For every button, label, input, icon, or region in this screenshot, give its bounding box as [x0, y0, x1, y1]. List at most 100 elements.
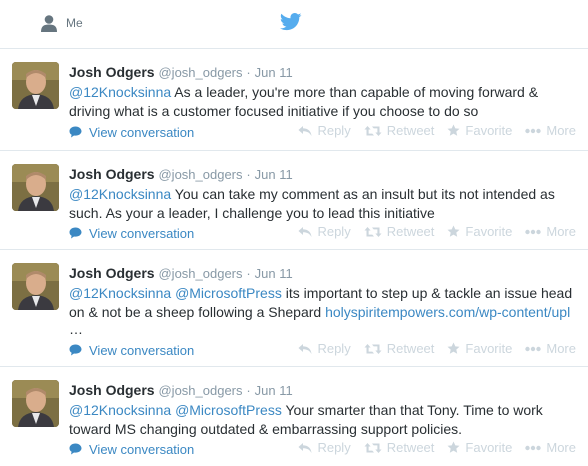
retweet-button[interactable]: Retweet: [364, 440, 435, 455]
star-icon: [447, 124, 460, 136]
speech-bubble-icon: [69, 227, 82, 239]
reply-label: Reply: [317, 440, 351, 455]
avatar[interactable]: [12, 164, 59, 211]
avatar[interactable]: [12, 62, 59, 109]
retweet-button[interactable]: Retweet: [364, 341, 435, 356]
more-button[interactable]: More: [525, 440, 576, 455]
favorite-label: Favorite: [465, 224, 513, 239]
author-name[interactable]: Josh Odgers: [69, 64, 155, 80]
more-label: More: [546, 440, 576, 455]
tweet-actions: Reply Retweet Favorite More: [285, 440, 576, 455]
me-label: Me: [66, 16, 83, 30]
more-dots-icon: [525, 128, 542, 133]
retweet-icon: [364, 442, 382, 453]
mention-link[interactable]: @12Knocksinna: [69, 84, 171, 100]
retweet-label: Retweet: [386, 341, 435, 356]
favorite-button[interactable]: Favorite: [447, 224, 512, 239]
view-conversation-link[interactable]: View conversation: [69, 343, 194, 358]
author-name[interactable]: Josh Odgers: [69, 382, 155, 398]
tweet-actions: Reply Retweet Favorite More: [285, 341, 576, 356]
author-name[interactable]: Josh Odgers: [69, 166, 155, 182]
reply-icon: [298, 442, 312, 453]
tweet-timestamp[interactable]: Jun 11: [255, 167, 293, 182]
reply-label: Reply: [317, 123, 351, 138]
tweet-text: @12Knocksinna As a leader, you're more t…: [69, 83, 580, 121]
retweet-icon: [364, 226, 382, 237]
view-conversation-label: View conversation: [89, 342, 195, 358]
view-conversation-label: View conversation: [89, 441, 195, 457]
tweet[interactable]: Josh Odgers @josh_odgers · Jun 11 @12Kno…: [0, 49, 588, 151]
mention-link[interactable]: @12Knocksinna: [69, 186, 171, 202]
tweet-text: @12Knocksinna @MicrosoftPress Your smart…: [69, 401, 580, 439]
favorite-label: Favorite: [465, 440, 513, 455]
ellipsis: …: [69, 321, 83, 337]
favorite-label: Favorite: [465, 123, 513, 138]
mention-link[interactable]: @MicrosoftPress: [175, 402, 282, 418]
reply-icon: [298, 226, 312, 237]
more-dots-icon: [525, 346, 542, 351]
mention-link[interactable]: @MicrosoftPress: [175, 285, 282, 301]
retweet-button[interactable]: Retweet: [364, 123, 435, 138]
tweet-text: @12Knocksinna @MicrosoftPress its import…: [69, 284, 580, 322]
tweet-timestamp[interactable]: Jun 11: [255, 65, 293, 80]
reply-icon: [298, 343, 312, 354]
top-bar: Me: [0, 0, 588, 46]
star-icon: [447, 441, 460, 453]
more-button[interactable]: More: [525, 123, 576, 138]
more-button[interactable]: More: [525, 341, 576, 356]
tweet-timestamp[interactable]: Jun 11: [255, 383, 293, 398]
tweet-text: @12Knocksinna You can take my comment as…: [69, 185, 580, 223]
reply-button[interactable]: Reply: [298, 224, 351, 239]
favorite-button[interactable]: Favorite: [447, 123, 512, 138]
reply-button[interactable]: Reply: [298, 341, 351, 356]
avatar[interactable]: [12, 380, 59, 427]
tweet[interactable]: Josh Odgers @josh_odgers · Jun 11 @12Kno…: [0, 250, 588, 367]
mention-link[interactable]: @12Knocksinna: [69, 285, 171, 301]
reply-button[interactable]: Reply: [298, 440, 351, 455]
speech-bubble-icon: [69, 443, 82, 455]
retweet-icon: [364, 343, 382, 354]
favorite-button[interactable]: Favorite: [447, 440, 512, 455]
view-conversation-link[interactable]: View conversation: [69, 442, 194, 457]
retweet-label: Retweet: [386, 123, 435, 138]
author-name[interactable]: Josh Odgers: [69, 265, 155, 281]
author-handle[interactable]: @josh_odgers: [158, 65, 242, 80]
mention-link[interactable]: @12Knocksinna: [69, 402, 171, 418]
separator: ·: [246, 65, 251, 80]
favorite-button[interactable]: Favorite: [447, 341, 512, 356]
view-conversation-link[interactable]: View conversation: [69, 226, 194, 241]
favorite-label: Favorite: [465, 341, 513, 356]
reply-icon: [298, 125, 312, 136]
retweet-label: Retweet: [386, 224, 435, 239]
url-link[interactable]: holyspiritempowers.com/wp-content/upl: [325, 304, 570, 320]
reply-label: Reply: [317, 341, 351, 356]
tweet-timestamp[interactable]: Jun 11: [255, 266, 293, 281]
retweet-button[interactable]: Retweet: [364, 224, 435, 239]
person-icon: [41, 15, 57, 32]
view-conversation-label: View conversation: [89, 225, 195, 241]
retweet-icon: [364, 125, 382, 136]
more-label: More: [546, 341, 576, 356]
me-tab[interactable]: Me: [40, 13, 83, 33]
more-dots-icon: [525, 229, 542, 234]
retweet-label: Retweet: [386, 440, 435, 455]
more-label: More: [546, 123, 576, 138]
tweet-actions: Reply Retweet Favorite More: [285, 123, 576, 138]
author-handle[interactable]: @josh_odgers: [158, 383, 242, 398]
view-conversation-link[interactable]: View conversation: [69, 125, 194, 140]
author-handle[interactable]: @josh_odgers: [158, 167, 242, 182]
separator: ·: [246, 167, 251, 182]
more-dots-icon: [525, 445, 542, 450]
tweet[interactable]: Josh Odgers @josh_odgers · Jun 11 @12Kno…: [0, 367, 588, 466]
tweet[interactable]: Josh Odgers @josh_odgers · Jun 11 @12Kno…: [0, 151, 588, 250]
reply-button[interactable]: Reply: [298, 123, 351, 138]
more-label: More: [546, 224, 576, 239]
more-button[interactable]: More: [525, 224, 576, 239]
tweet-actions: Reply Retweet Favorite More: [285, 224, 576, 239]
star-icon: [447, 225, 460, 237]
separator: ·: [246, 383, 251, 398]
avatar[interactable]: [12, 263, 59, 310]
twitter-bird-icon[interactable]: [279, 13, 302, 36]
author-handle[interactable]: @josh_odgers: [158, 266, 242, 281]
speech-bubble-icon: [69, 344, 82, 356]
